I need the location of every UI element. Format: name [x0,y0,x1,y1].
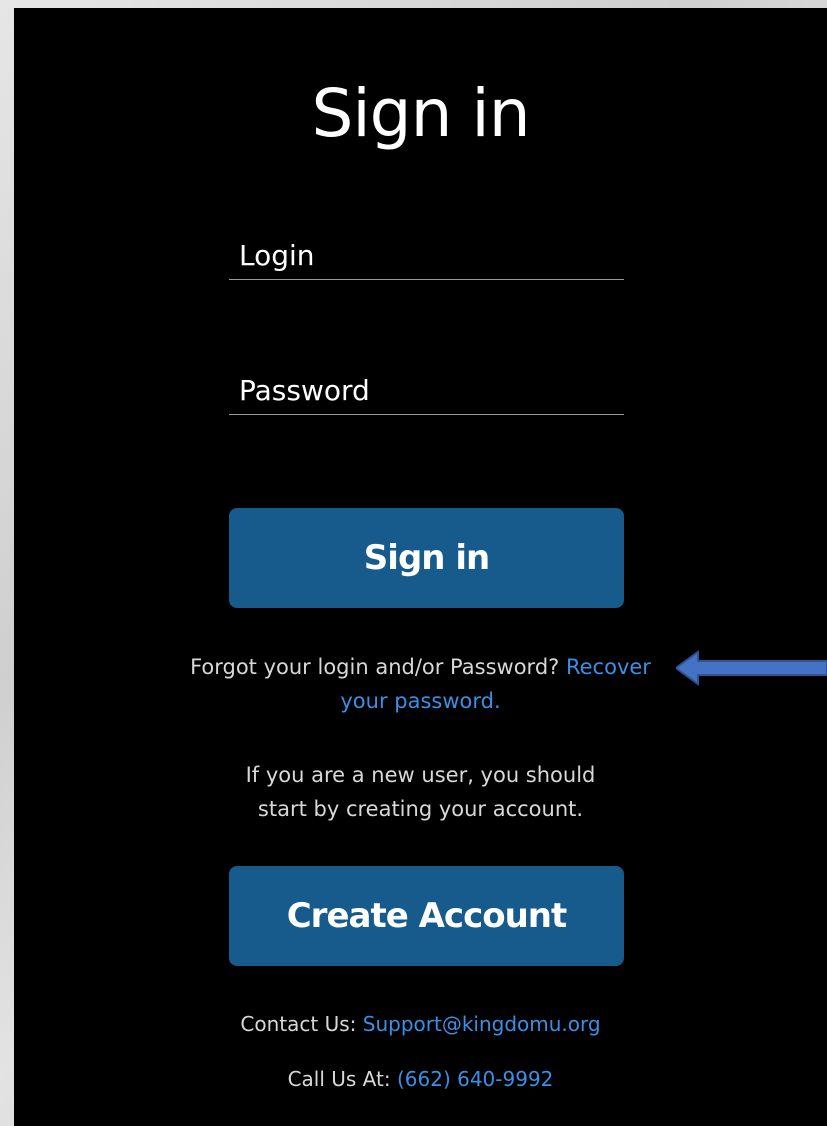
password-input[interactable] [229,366,624,414]
call-line: Call Us At: (662) 640-9992 [14,1062,827,1096]
phone-link[interactable]: (662) 640-9992 [397,1067,553,1091]
contact-line: Contact Us: Support@kingdomu.org [14,1007,827,1041]
new-user-text: If you are a new user, you should start … [14,758,827,826]
contact-label: Contact Us: [240,1012,357,1036]
login-field[interactable] [229,231,624,280]
page-title: Sign in [311,75,530,152]
left-arrow-icon [676,650,827,686]
create-account-button[interactable]: Create Account [229,866,624,966]
signin-panel: Sign in Sign in Forgot your login and/or… [14,8,827,1126]
call-label: Call Us At: [287,1067,391,1091]
support-email-link[interactable]: Support@kingdomu.org [363,1012,601,1036]
forgot-prompt: Forgot your login and/or Password? [190,655,560,679]
signin-button[interactable]: Sign in [229,508,624,608]
login-input[interactable] [229,231,624,279]
password-field[interactable] [229,366,624,415]
new-user-message: If you are a new user, you should start … [245,763,596,821]
